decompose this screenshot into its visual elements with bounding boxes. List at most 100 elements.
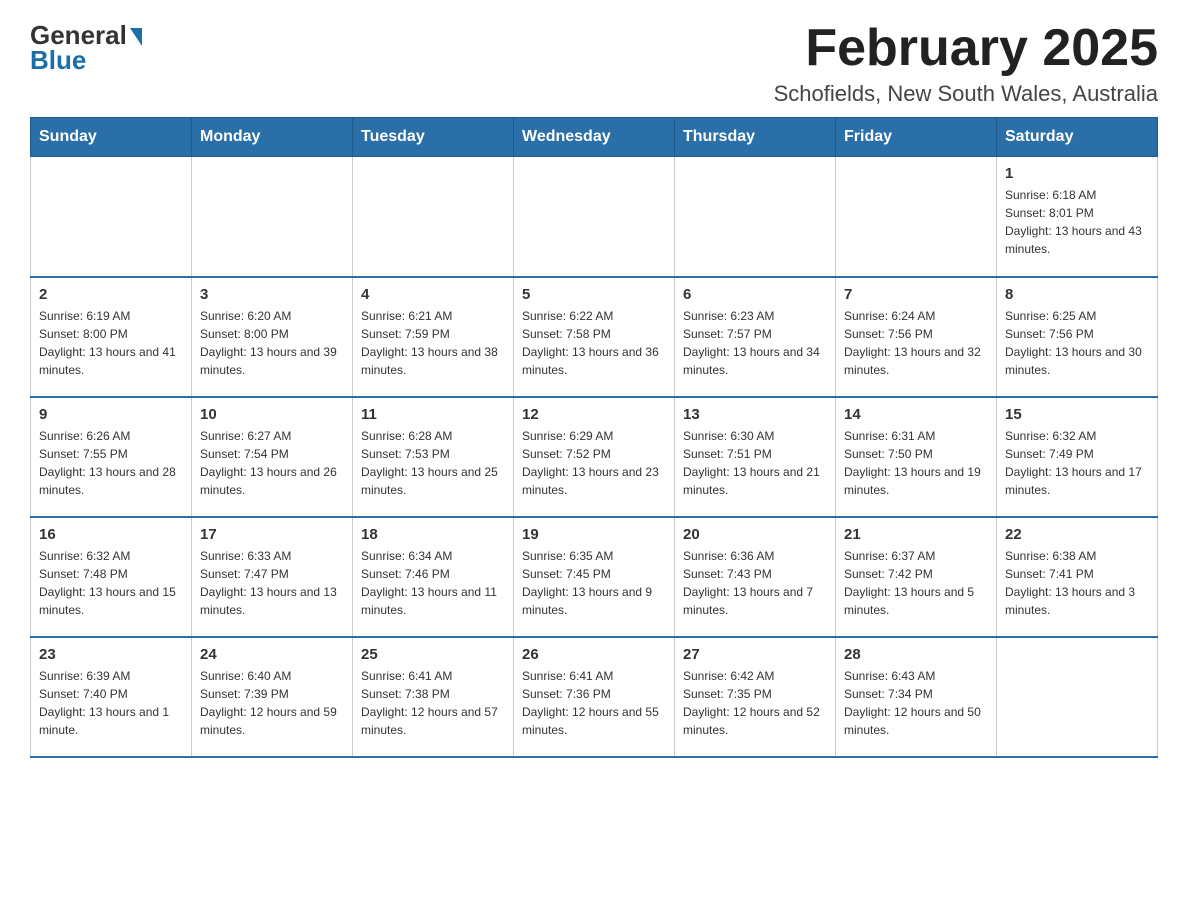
calendar-cell-w3-d5: 13Sunrise: 6:30 AM Sunset: 7:51 PM Dayli…: [675, 397, 836, 517]
calendar-cell-w1-d4: [514, 157, 675, 277]
day-number: 25: [361, 646, 505, 663]
day-info: Sunrise: 6:21 AM Sunset: 7:59 PM Dayligh…: [361, 307, 505, 379]
calendar-cell-w5-d7: [997, 637, 1158, 757]
day-info: Sunrise: 6:38 AM Sunset: 7:41 PM Dayligh…: [1005, 547, 1149, 619]
day-number: 5: [522, 286, 666, 303]
calendar-cell-w5-d2: 24 Sunrise: 6:40 AM Sunset: 7:39 PM Dayli…: [192, 637, 353, 757]
calendar-subtitle: Schofields, New South Wales, Australia: [774, 81, 1158, 107]
calendar-cell-w3-d3: 11 Sunrise: 6:28 AM Sunset: 7:53 PM Dayli…: [353, 397, 514, 517]
day-info: Sunrise: 6:25 AM Sunset: 7:56 PM Dayligh…: [1005, 307, 1149, 379]
calendar-cell-w4-d1: 16 Sunrise: 6:32 AM Sunset: 7:48 PM Dayli…: [31, 517, 192, 637]
day-headers-row: Sunday Monday Tuesday Wednesday Thursday…: [31, 118, 1158, 157]
day-info: Sunrise: 6:32 AM Sunset: 7:48 PM Dayligh…: [39, 547, 183, 619]
calendar-cell-w1-d5: [675, 157, 836, 277]
day-number: 16: [39, 526, 183, 543]
calendar-cell-w1-d6: [836, 157, 997, 277]
calendar-cell-w2-d4: 5 Sunrise: 6:22 AM Sunset: 7:58 PM Daylig…: [514, 277, 675, 397]
day-number: 26: [522, 646, 666, 663]
calendar-cell-w4-d2: 17Sunrise: 6:33 AM Sunset: 7:47 PM Dayli…: [192, 517, 353, 637]
calendar-header: Sunday Monday Tuesday Wednesday Thursday…: [31, 118, 1158, 157]
day-number: 3: [200, 286, 344, 303]
day-info: Sunrise: 6:35 AM Sunset: 7:45 PM Dayligh…: [522, 547, 666, 619]
day-info: Sunrise: 6:31 AM Sunset: 7:50 PM Dayligh…: [844, 427, 988, 499]
day-info: Sunrise: 6:28 AM Sunset: 7:53 PM Dayligh…: [361, 427, 505, 499]
calendar-cell-w5-d5: 27 Sunrise: 6:42 AM Sunset: 7:35 PM Dayli…: [675, 637, 836, 757]
day-number: 15: [1005, 406, 1149, 423]
calendar-cell-w2-d5: 6Sunrise: 6:23 AM Sunset: 7:57 PM Daylig…: [675, 277, 836, 397]
calendar-cell-w3-d2: 10 Sunrise: 6:27 AM Sunset: 7:54 PM Dayli…: [192, 397, 353, 517]
day-number: 22: [1005, 526, 1149, 543]
calendar-cell-w1-d1: [31, 157, 192, 277]
day-number: 11: [361, 406, 505, 423]
day-number: 10: [200, 406, 344, 423]
day-number: 27: [683, 646, 827, 663]
day-info: Sunrise: 6:39 AM Sunset: 7:40 PM Dayligh…: [39, 667, 183, 739]
header-tuesday: Tuesday: [353, 118, 514, 157]
day-number: 7: [844, 286, 988, 303]
day-info: Sunrise: 6:40 AM Sunset: 7:39 PM Dayligh…: [200, 667, 344, 739]
day-info: Sunrise: 6:20 AM Sunset: 8:00 PM Dayligh…: [200, 307, 344, 379]
week-row-4: 16 Sunrise: 6:32 AM Sunset: 7:48 PM Dayli…: [31, 517, 1158, 637]
title-area: February 2025 Schofields, New South Wale…: [774, 20, 1158, 107]
header-sunday: Sunday: [31, 118, 192, 157]
day-info: Sunrise: 6:36 AM Sunset: 7:43 PM Dayligh…: [683, 547, 827, 619]
day-info: Sunrise: 6:23 AM Sunset: 7:57 PM Dayligh…: [683, 307, 827, 379]
calendar-cell-w1-d3: [353, 157, 514, 277]
header-saturday: Saturday: [997, 118, 1158, 157]
day-info: Sunrise: 6:22 AM Sunset: 7:58 PM Dayligh…: [522, 307, 666, 379]
week-row-1: 1Sunrise: 6:18 AM Sunset: 8:01 PM Daylig…: [31, 157, 1158, 277]
calendar-cell-w2-d7: 8Sunrise: 6:25 AM Sunset: 7:56 PM Daylig…: [997, 277, 1158, 397]
calendar-cell-w5-d6: 28 Sunrise: 6:43 AM Sunset: 7:34 PM Dayli…: [836, 637, 997, 757]
calendar-cell-w3-d1: 9 Sunrise: 6:26 AM Sunset: 7:55 PM Daylig…: [31, 397, 192, 517]
day-info: Sunrise: 6:29 AM Sunset: 7:52 PM Dayligh…: [522, 427, 666, 499]
week-row-5: 23 Sunrise: 6:39 AM Sunset: 7:40 PM Dayli…: [31, 637, 1158, 757]
day-info: Sunrise: 6:41 AM Sunset: 7:38 PM Dayligh…: [361, 667, 505, 739]
day-info: Sunrise: 6:33 AM Sunset: 7:47 PM Dayligh…: [200, 547, 344, 619]
day-number: 9: [39, 406, 183, 423]
day-number: 21: [844, 526, 988, 543]
day-number: 2: [39, 286, 183, 303]
day-number: 19: [522, 526, 666, 543]
week-row-3: 9 Sunrise: 6:26 AM Sunset: 7:55 PM Daylig…: [31, 397, 1158, 517]
calendar-cell-w1-d7: 1Sunrise: 6:18 AM Sunset: 8:01 PM Daylig…: [997, 157, 1158, 277]
day-info: Sunrise: 6:41 AM Sunset: 7:36 PM Dayligh…: [522, 667, 666, 739]
day-info: Sunrise: 6:19 AM Sunset: 8:00 PM Dayligh…: [39, 307, 183, 379]
day-info: Sunrise: 6:34 AM Sunset: 7:46 PM Dayligh…: [361, 547, 505, 619]
week-row-2: 2 Sunrise: 6:19 AM Sunset: 8:00 PM Daylig…: [31, 277, 1158, 397]
header-monday: Monday: [192, 118, 353, 157]
day-info: Sunrise: 6:24 AM Sunset: 7:56 PM Dayligh…: [844, 307, 988, 379]
day-number: 23: [39, 646, 183, 663]
day-info: Sunrise: 6:42 AM Sunset: 7:35 PM Dayligh…: [683, 667, 827, 739]
day-info: Sunrise: 6:43 AM Sunset: 7:34 PM Dayligh…: [844, 667, 988, 739]
calendar-title: February 2025: [774, 20, 1158, 77]
day-number: 24: [200, 646, 344, 663]
calendar-cell-w3-d4: 12 Sunrise: 6:29 AM Sunset: 7:52 PM Dayli…: [514, 397, 675, 517]
day-number: 13: [683, 406, 827, 423]
calendar-cell-w2-d2: 3 Sunrise: 6:20 AM Sunset: 8:00 PM Daylig…: [192, 277, 353, 397]
calendar-cell-w4-d6: 21Sunrise: 6:37 AM Sunset: 7:42 PM Dayli…: [836, 517, 997, 637]
calendar-cell-w5-d4: 26 Sunrise: 6:41 AM Sunset: 7:36 PM Dayli…: [514, 637, 675, 757]
calendar-cell-w4-d4: 19 Sunrise: 6:35 AM Sunset: 7:45 PM Dayli…: [514, 517, 675, 637]
header-wednesday: Wednesday: [514, 118, 675, 157]
day-info: Sunrise: 6:26 AM Sunset: 7:55 PM Dayligh…: [39, 427, 183, 499]
calendar-cell-w5-d1: 23 Sunrise: 6:39 AM Sunset: 7:40 PM Dayli…: [31, 637, 192, 757]
calendar-table: Sunday Monday Tuesday Wednesday Thursday…: [30, 117, 1158, 758]
day-number: 18: [361, 526, 505, 543]
logo-arrow-icon: [130, 28, 142, 46]
day-number: 12: [522, 406, 666, 423]
calendar-cell-w2-d3: 4 Sunrise: 6:21 AM Sunset: 7:59 PM Daylig…: [353, 277, 514, 397]
day-info: Sunrise: 6:27 AM Sunset: 7:54 PM Dayligh…: [200, 427, 344, 499]
calendar-cell-w2-d6: 7 Sunrise: 6:24 AM Sunset: 7:56 PM Daylig…: [836, 277, 997, 397]
page-header: General Blue February 2025 Schofields, N…: [30, 20, 1158, 107]
day-number: 28: [844, 646, 988, 663]
calendar-cell-w4-d7: 22 Sunrise: 6:38 AM Sunset: 7:41 PM Dayli…: [997, 517, 1158, 637]
day-number: 14: [844, 406, 988, 423]
calendar-cell-w3-d6: 14 Sunrise: 6:31 AM Sunset: 7:50 PM Dayli…: [836, 397, 997, 517]
calendar-cell-w4-d3: 18 Sunrise: 6:34 AM Sunset: 7:46 PM Dayli…: [353, 517, 514, 637]
day-number: 1: [1005, 165, 1149, 182]
calendar-cell-w2-d1: 2 Sunrise: 6:19 AM Sunset: 8:00 PM Daylig…: [31, 277, 192, 397]
day-number: 4: [361, 286, 505, 303]
calendar-body: 1Sunrise: 6:18 AM Sunset: 8:01 PM Daylig…: [31, 157, 1158, 757]
header-friday: Friday: [836, 118, 997, 157]
calendar-cell-w3-d7: 15Sunrise: 6:32 AM Sunset: 7:49 PM Dayli…: [997, 397, 1158, 517]
